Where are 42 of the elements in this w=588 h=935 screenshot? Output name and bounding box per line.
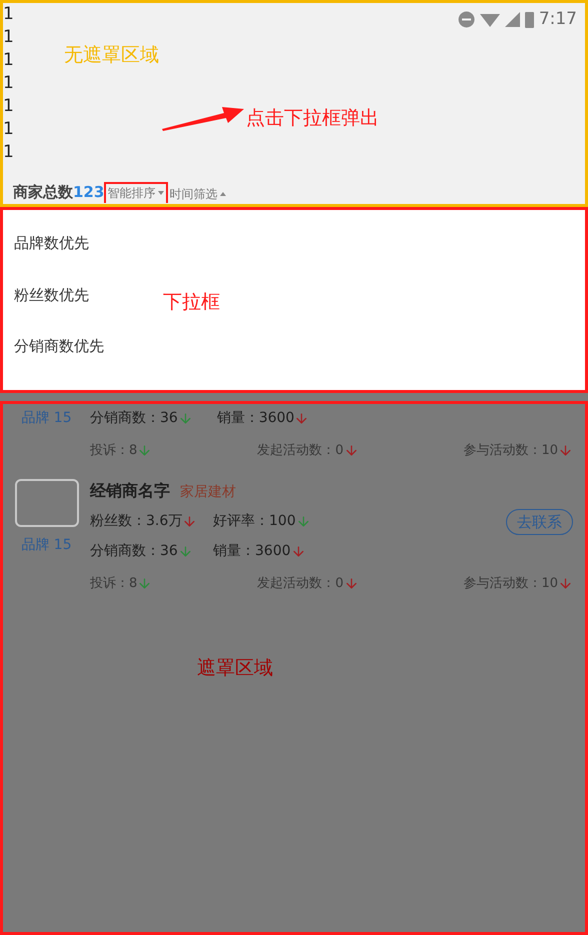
list-line: 1: [3, 118, 14, 141]
dropdown-option[interactable]: 分销商数优先: [14, 335, 163, 358]
stat-text: 销量：3600: [216, 409, 294, 428]
stat-text: 好评率：100: [213, 512, 296, 532]
annotation-label: 遮罩区域: [197, 656, 274, 680]
dropdown-option[interactable]: 品牌数优先: [14, 232, 163, 254]
annotation-label: 点击下拉框弹出: [246, 106, 379, 130]
brand-count: 品牌 15: [20, 409, 73, 428]
stat-text: 投诉：8: [90, 575, 138, 593]
caret-down-icon: [157, 190, 166, 196]
signal-icon: [504, 12, 520, 28]
caret-up-icon: [219, 191, 228, 197]
battery-icon: [524, 12, 534, 28]
stat-text: 分销商数：36: [90, 542, 178, 561]
list-line: 1: [3, 141, 14, 164]
list-line: 1: [3, 3, 14, 26]
do-not-disturb-icon: [458, 11, 475, 28]
merchant-name: 经销商名字: [90, 480, 170, 502]
stat-text: 参与活动数：10: [463, 575, 558, 593]
annotation-label: 无遮罩区域: [64, 43, 160, 68]
stat-text: 发起活动数：0: [257, 575, 344, 593]
merchant-logo-placeholder: [14, 478, 78, 526]
brand-count: 品牌 15: [21, 536, 72, 554]
stat-text: 发起活动数：0: [257, 442, 344, 460]
total-count: 123: [73, 182, 104, 202]
list-line: 1: [3, 49, 14, 72]
annotation-label: 下拉框: [163, 290, 220, 315]
total-label: 商家总数: [13, 182, 73, 202]
stat-text: 粉丝数：3.6万: [90, 512, 182, 532]
list-line: 1: [3, 72, 14, 95]
list-line: 1: [3, 26, 14, 49]
stat-text: 参与活动数：10: [463, 442, 558, 460]
merchant-category: 家居建材: [180, 482, 236, 502]
stat-text: 投诉：8: [90, 442, 138, 460]
filter-dropdown[interactable]: 时间筛选: [169, 185, 228, 203]
status-time: 7:17: [538, 8, 577, 31]
wifi-icon: [480, 12, 500, 27]
filter-dropdown[interactable]: 智能排序: [104, 182, 168, 203]
stat-text: 分销商数：36: [90, 409, 178, 428]
list-line: 1: [3, 95, 14, 118]
stat-text: 销量：3600: [213, 542, 291, 561]
dropdown-option[interactable]: 粉丝数优先: [14, 284, 163, 306]
